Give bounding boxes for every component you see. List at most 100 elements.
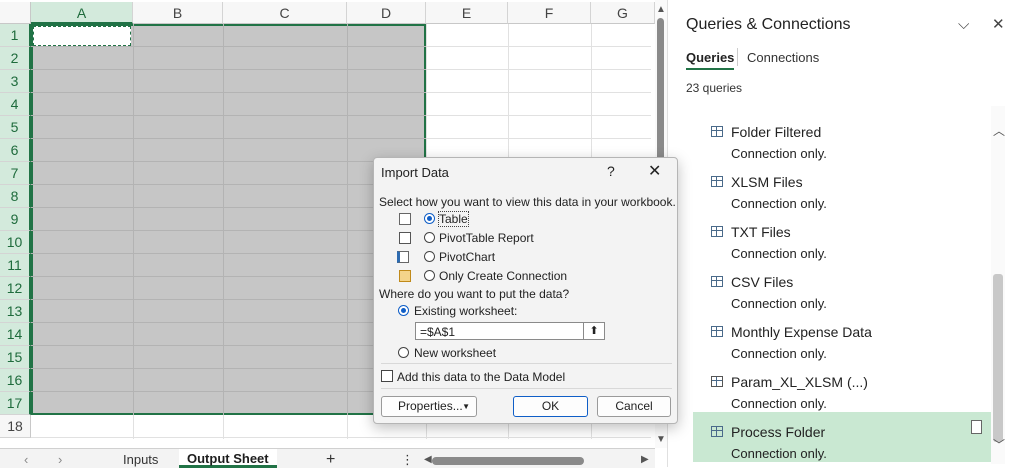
- row-header[interactable]: 2: [0, 47, 31, 70]
- radio-new-worksheet[interactable]: [398, 347, 409, 358]
- query-list[interactable]: Folder Filtered Connection only. XLSM Fi…: [693, 106, 991, 464]
- list-scroll-up-icon[interactable]: ︿: [993, 122, 1005, 139]
- table-icon: [399, 213, 411, 225]
- row-header[interactable]: 16: [0, 369, 31, 392]
- chevron-down-icon[interactable]: ⌵: [958, 16, 969, 33]
- dropdown-arrow-icon: ▼: [462, 402, 470, 411]
- column-header-f[interactable]: F: [508, 2, 591, 24]
- properties-button[interactable]: Properties... ▼: [381, 396, 477, 417]
- import-data-dialog: Import Data ? ✕ Select how you want to v…: [373, 157, 678, 424]
- radio-pivot-table-label[interactable]: PivotTable Report: [439, 231, 534, 245]
- sheet-horizontal-scroll-thumb[interactable]: [432, 457, 584, 465]
- list-item[interactable]: CSV Files Connection only.: [693, 262, 991, 312]
- list-item[interactable]: Folder Filtered Connection only.: [693, 112, 991, 162]
- refresh-icon[interactable]: [971, 420, 982, 434]
- radio-connection[interactable]: [424, 270, 435, 281]
- column-header-g[interactable]: G: [591, 2, 655, 24]
- query-name: XLSM Files: [731, 174, 803, 190]
- query-count: 23 queries: [686, 81, 743, 95]
- row-header[interactable]: 1: [0, 24, 31, 47]
- column-header-a[interactable]: A: [31, 2, 133, 24]
- radio-existing-worksheet[interactable]: [398, 305, 409, 316]
- table-icon: [711, 176, 723, 187]
- radio-existing-worksheet-label[interactable]: Existing worksheet:: [414, 304, 517, 318]
- tab-prev-icon[interactable]: ‹: [24, 449, 28, 468]
- help-icon[interactable]: ?: [607, 163, 615, 179]
- close-icon[interactable]: ✕: [648, 161, 661, 181]
- radio-table-label[interactable]: Table: [438, 211, 469, 227]
- list-item-selected[interactable]: Process Folder Connection only.: [693, 412, 991, 462]
- close-icon[interactable]: ✕: [992, 15, 1005, 33]
- tab-more-icon[interactable]: ⋮: [401, 449, 414, 468]
- column-header-e[interactable]: E: [426, 2, 508, 24]
- query-name: Monthly Expense Data: [731, 324, 872, 340]
- row-header[interactable]: 6: [0, 139, 31, 162]
- row-header[interactable]: 11: [0, 254, 31, 277]
- row-header[interactable]: 18: [0, 415, 31, 438]
- row-header[interactable]: 9: [0, 208, 31, 231]
- cell-reference-value: =$A$1: [420, 325, 456, 339]
- tab-separator: [737, 48, 738, 66]
- tab-output-sheet[interactable]: Output Sheet: [179, 449, 277, 468]
- row-header[interactable]: 7: [0, 162, 31, 185]
- row-header[interactable]: 5: [0, 116, 31, 139]
- query-status: Connection only.: [731, 246, 827, 261]
- row-header[interactable]: 14: [0, 323, 31, 346]
- pivot-table-icon: [399, 232, 411, 244]
- tab-connections[interactable]: Connections: [747, 50, 819, 65]
- row-header[interactable]: 13: [0, 300, 31, 323]
- query-name: TXT Files: [731, 224, 791, 240]
- row-header[interactable]: 8: [0, 185, 31, 208]
- row-header[interactable]: 12: [0, 277, 31, 300]
- hscroll-right-icon[interactable]: ▶: [641, 449, 649, 468]
- data-model-label[interactable]: Add this data to the Data Model: [397, 370, 565, 384]
- select-all-corner[interactable]: [0, 2, 31, 24]
- query-list-scroll-thumb[interactable]: [993, 274, 1003, 442]
- tab-inputs[interactable]: Inputs: [123, 449, 158, 468]
- radio-pivot-table[interactable]: [424, 232, 435, 243]
- list-item[interactable]: XLSM Files Connection only.: [693, 162, 991, 212]
- panel-title: Queries & Connections: [686, 16, 851, 33]
- list-item[interactable]: Monthly Expense Data Connection only.: [693, 312, 991, 362]
- query-status: Connection only.: [731, 196, 827, 211]
- row-header[interactable]: 10: [0, 231, 31, 254]
- radio-pivot-chart[interactable]: [424, 251, 435, 262]
- radio-connection-label[interactable]: Only Create Connection: [439, 269, 567, 283]
- row-header[interactable]: 17: [0, 392, 31, 415]
- query-name: Process Folder: [731, 424, 826, 440]
- row-header[interactable]: 3: [0, 70, 31, 93]
- tab-queries[interactable]: Queries: [686, 50, 735, 70]
- scroll-down-icon[interactable]: ▼: [656, 434, 666, 445]
- list-item[interactable]: TXT Files Connection only.: [693, 212, 991, 262]
- tab-next-icon[interactable]: ›: [58, 449, 62, 468]
- query-name: Param_XL_XLSM (...): [731, 374, 868, 390]
- radio-table[interactable]: [424, 213, 435, 224]
- scroll-up-icon[interactable]: ▲: [656, 4, 666, 15]
- properties-label: Properties...: [398, 399, 463, 413]
- selected-range[interactable]: [31, 24, 426, 415]
- query-status: Connection only.: [731, 396, 827, 411]
- cell-reference-input[interactable]: =$A$1 ⬆: [415, 322, 605, 340]
- table-icon: [711, 126, 723, 137]
- cancel-button[interactable]: Cancel: [597, 396, 671, 417]
- query-status: Connection only.: [731, 296, 827, 311]
- add-sheet-button[interactable]: +: [326, 449, 335, 468]
- query-name: CSV Files: [731, 274, 794, 290]
- column-header-d[interactable]: D: [347, 2, 426, 24]
- column-header-c[interactable]: C: [223, 2, 347, 24]
- data-model-checkbox[interactable]: [381, 370, 393, 382]
- hscroll-left-icon[interactable]: ◀: [424, 449, 432, 468]
- active-cell-a1[interactable]: [33, 26, 131, 46]
- column-header-b[interactable]: B: [133, 2, 223, 24]
- radio-new-worksheet-label[interactable]: New worksheet: [414, 346, 496, 360]
- radio-pivot-chart-label[interactable]: PivotChart: [439, 250, 495, 264]
- row-header[interactable]: 15: [0, 346, 31, 369]
- list-item[interactable]: Param_XL_XLSM (...) Connection only.: [693, 362, 991, 412]
- list-scroll-down-icon[interactable]: ﹀: [993, 436, 1005, 453]
- ok-button[interactable]: OK: [513, 396, 588, 417]
- query-status: Connection only.: [731, 446, 827, 461]
- table-icon: [711, 276, 723, 287]
- collapse-dialog-icon[interactable]: ⬆: [583, 323, 604, 339]
- row-header[interactable]: 4: [0, 93, 31, 116]
- query-name: Folder Filtered: [731, 124, 822, 140]
